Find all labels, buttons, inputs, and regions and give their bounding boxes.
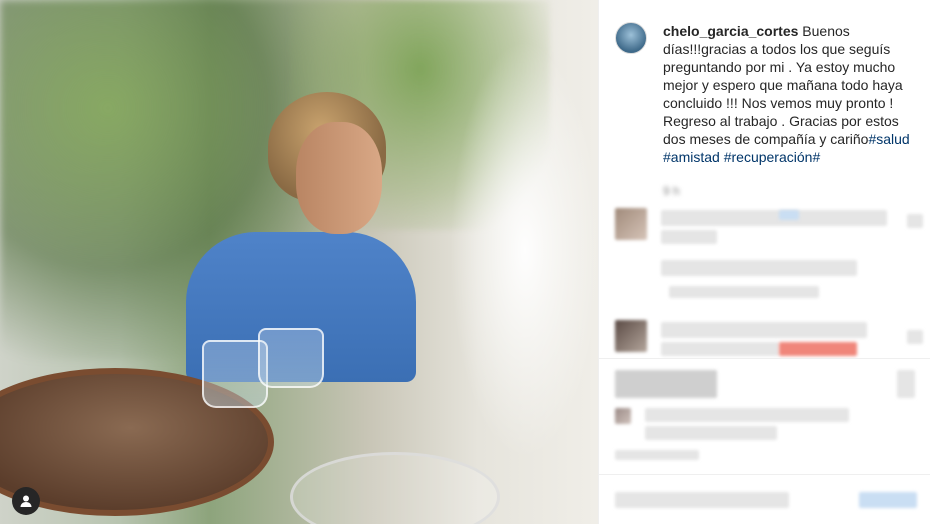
post-timestamp: 9 h [663,184,680,198]
comment-text-blurred [661,210,887,226]
caption-text: Buenos días!!!gracias a todos los que se… [663,23,903,147]
divider [599,474,930,475]
avatar[interactable] [615,22,647,54]
comment-meta-blurred [661,260,857,276]
likes-text-blurred [645,426,777,440]
likes-text-blurred [645,408,849,422]
photo-glass-right [258,328,324,388]
post-photo[interactable] [0,0,598,524]
likes-avatar-blurred [615,408,631,424]
hashtag-link[interactable]: #recuperación [724,149,813,165]
hashtag-link[interactable]: # [812,149,820,165]
action-bar-blurred [615,370,717,398]
comment-like-blurred [907,330,923,344]
comment-text-blurred [661,230,717,244]
comment-text-blurred [779,210,799,220]
comments-panel: chelo_garcia_cortes Buenos días!!!gracia… [598,0,930,524]
comment-avatar [615,320,647,352]
comment-input-blurred[interactable] [615,492,789,508]
user-tag-icon[interactable] [12,487,40,515]
photo-person-face [296,122,382,234]
save-icon-blurred [897,370,915,398]
post-button-blurred[interactable] [859,492,917,508]
hashtag-link[interactable]: #salud [868,131,909,147]
divider [599,358,930,359]
photo-foreground-glass [290,452,500,524]
photo-light-flare [450,40,598,460]
post-caption: chelo_garcia_cortes Buenos días!!!gracia… [663,22,921,166]
comment-replies-blurred [669,286,819,298]
caption-row: chelo_garcia_cortes Buenos días!!!gracia… [615,22,925,166]
username-link[interactable]: chelo_garcia_cortes [663,23,798,39]
comment-text-blurred [661,342,779,356]
post-date-blurred [615,450,699,460]
comment-like-blurred [907,214,923,228]
comment-avatar [615,208,647,240]
comment-text-blurred [661,322,867,338]
hashtag-link[interactable]: #amistad [663,149,720,165]
comment-text-blurred [779,342,857,356]
